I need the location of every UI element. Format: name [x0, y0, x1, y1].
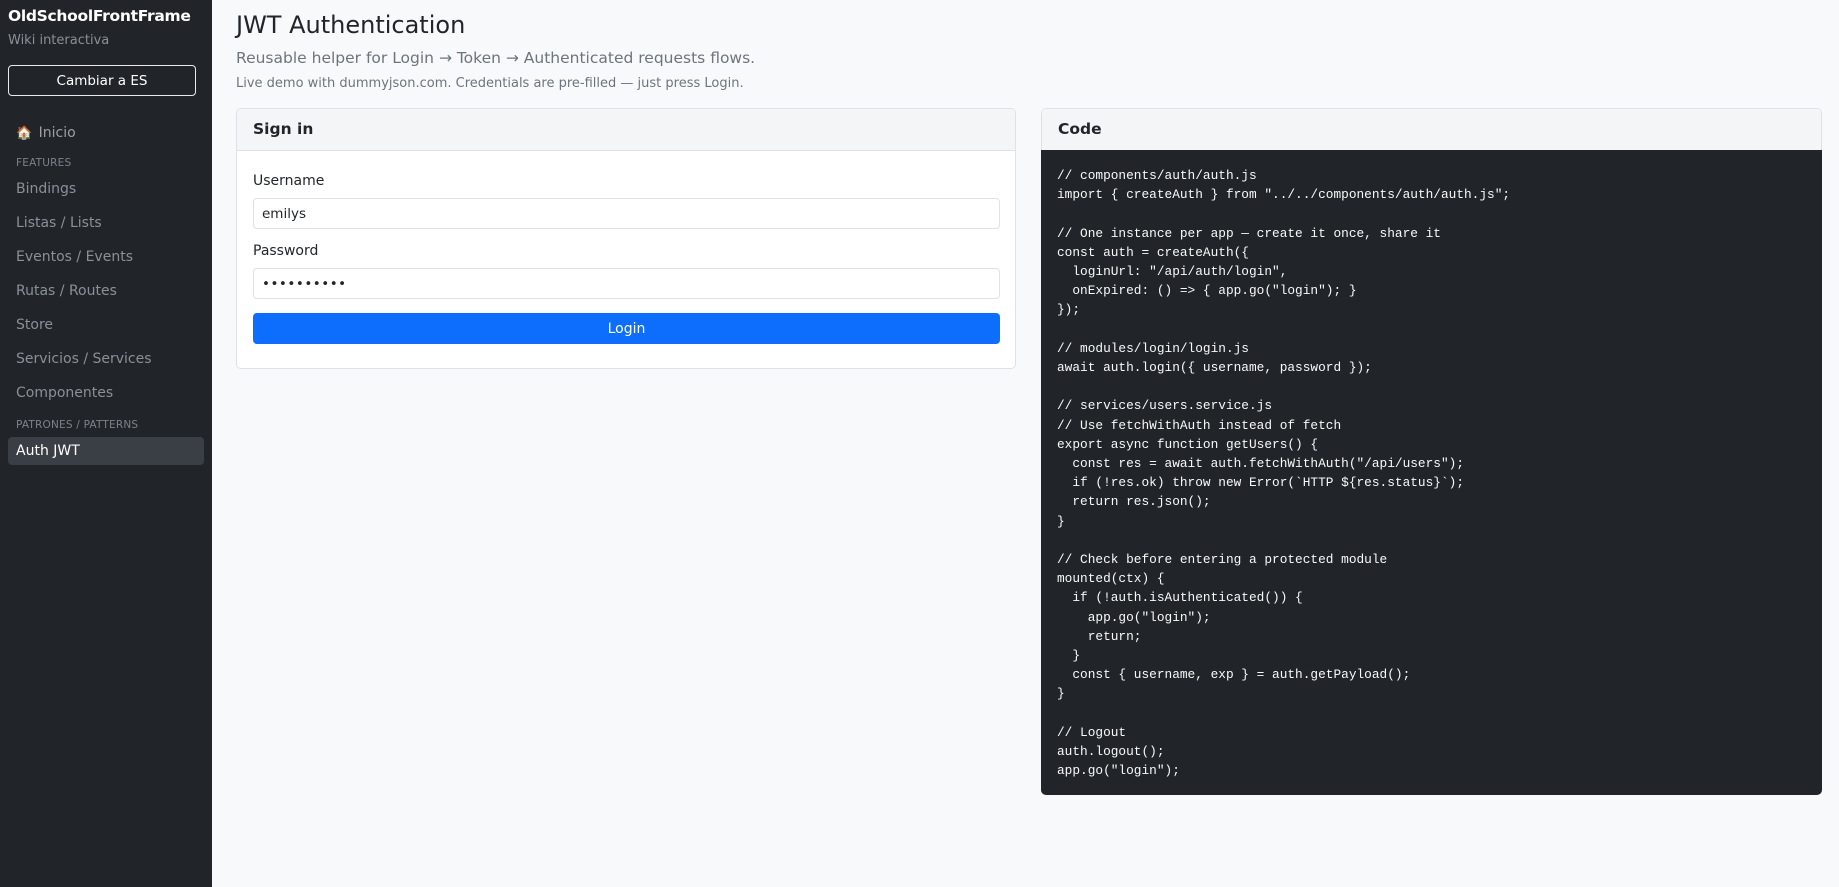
sidebar-item-events[interactable]: Eventos / Events	[8, 243, 204, 271]
sidebar-item-components[interactable]: Componentes	[8, 379, 204, 407]
page-note: Live demo with dummyjson.com. Credential…	[236, 76, 744, 91]
home-icon: 🏠	[16, 126, 33, 141]
code-text: // components/auth/auth.js import { crea…	[1057, 168, 1511, 779]
login-card: Sign in Username Password Login	[236, 108, 1016, 369]
sidebar-item-auth-jwt[interactable]: Auth JWT	[8, 437, 204, 465]
sidebar-nav: 🏠 Inicio FEATURES Bindings Listas / List…	[8, 119, 204, 465]
content-columns: Sign in Username Password Login Code // …	[236, 108, 1822, 795]
sidebar-item-store[interactable]: Store	[8, 311, 204, 339]
main-content: JWT Authentication Reusable helper for L…	[212, 0, 1839, 887]
sidebar-item-bindings[interactable]: Bindings	[8, 175, 204, 203]
brand-subtitle: Wiki interactiva	[8, 33, 110, 48]
login-form: Username Password Login	[237, 151, 1015, 368]
sidebar-item-label: Inicio	[38, 125, 76, 141]
sidebar-item-lists[interactable]: Listas / Lists	[8, 209, 204, 237]
username-label: Username	[253, 173, 325, 189]
code-card: Code // components/auth/auth.js import {…	[1041, 108, 1822, 795]
brand-title: OldSchoolFrontFrame	[8, 7, 191, 25]
username-input[interactable]	[253, 198, 1000, 229]
login-card-header: Sign in	[237, 109, 1015, 151]
sidebar-item-home[interactable]: 🏠 Inicio	[8, 119, 204, 147]
code-card-header: Code	[1042, 109, 1821, 151]
sidebar-item-routes[interactable]: Rutas / Routes	[8, 277, 204, 305]
sidebar-item-services[interactable]: Servicios / Services	[8, 345, 204, 373]
page-lead: Reusable helper for Login → Token → Auth…	[236, 49, 756, 67]
sidebar-section-patterns: PATRONES / PATTERNS	[16, 419, 139, 431]
password-label: Password	[253, 243, 319, 259]
change-language-button[interactable]: Cambiar a ES	[8, 65, 196, 96]
login-button[interactable]: Login	[253, 313, 1000, 344]
page-title: JWT Authentication	[236, 11, 466, 39]
sidebar-section-features: FEATURES	[16, 157, 72, 169]
code-block: // components/auth/auth.js import { crea…	[1041, 150, 1822, 795]
sidebar: OldSchoolFrontFrame Wiki interactiva Cam…	[0, 0, 212, 887]
password-input[interactable]	[253, 268, 1000, 299]
